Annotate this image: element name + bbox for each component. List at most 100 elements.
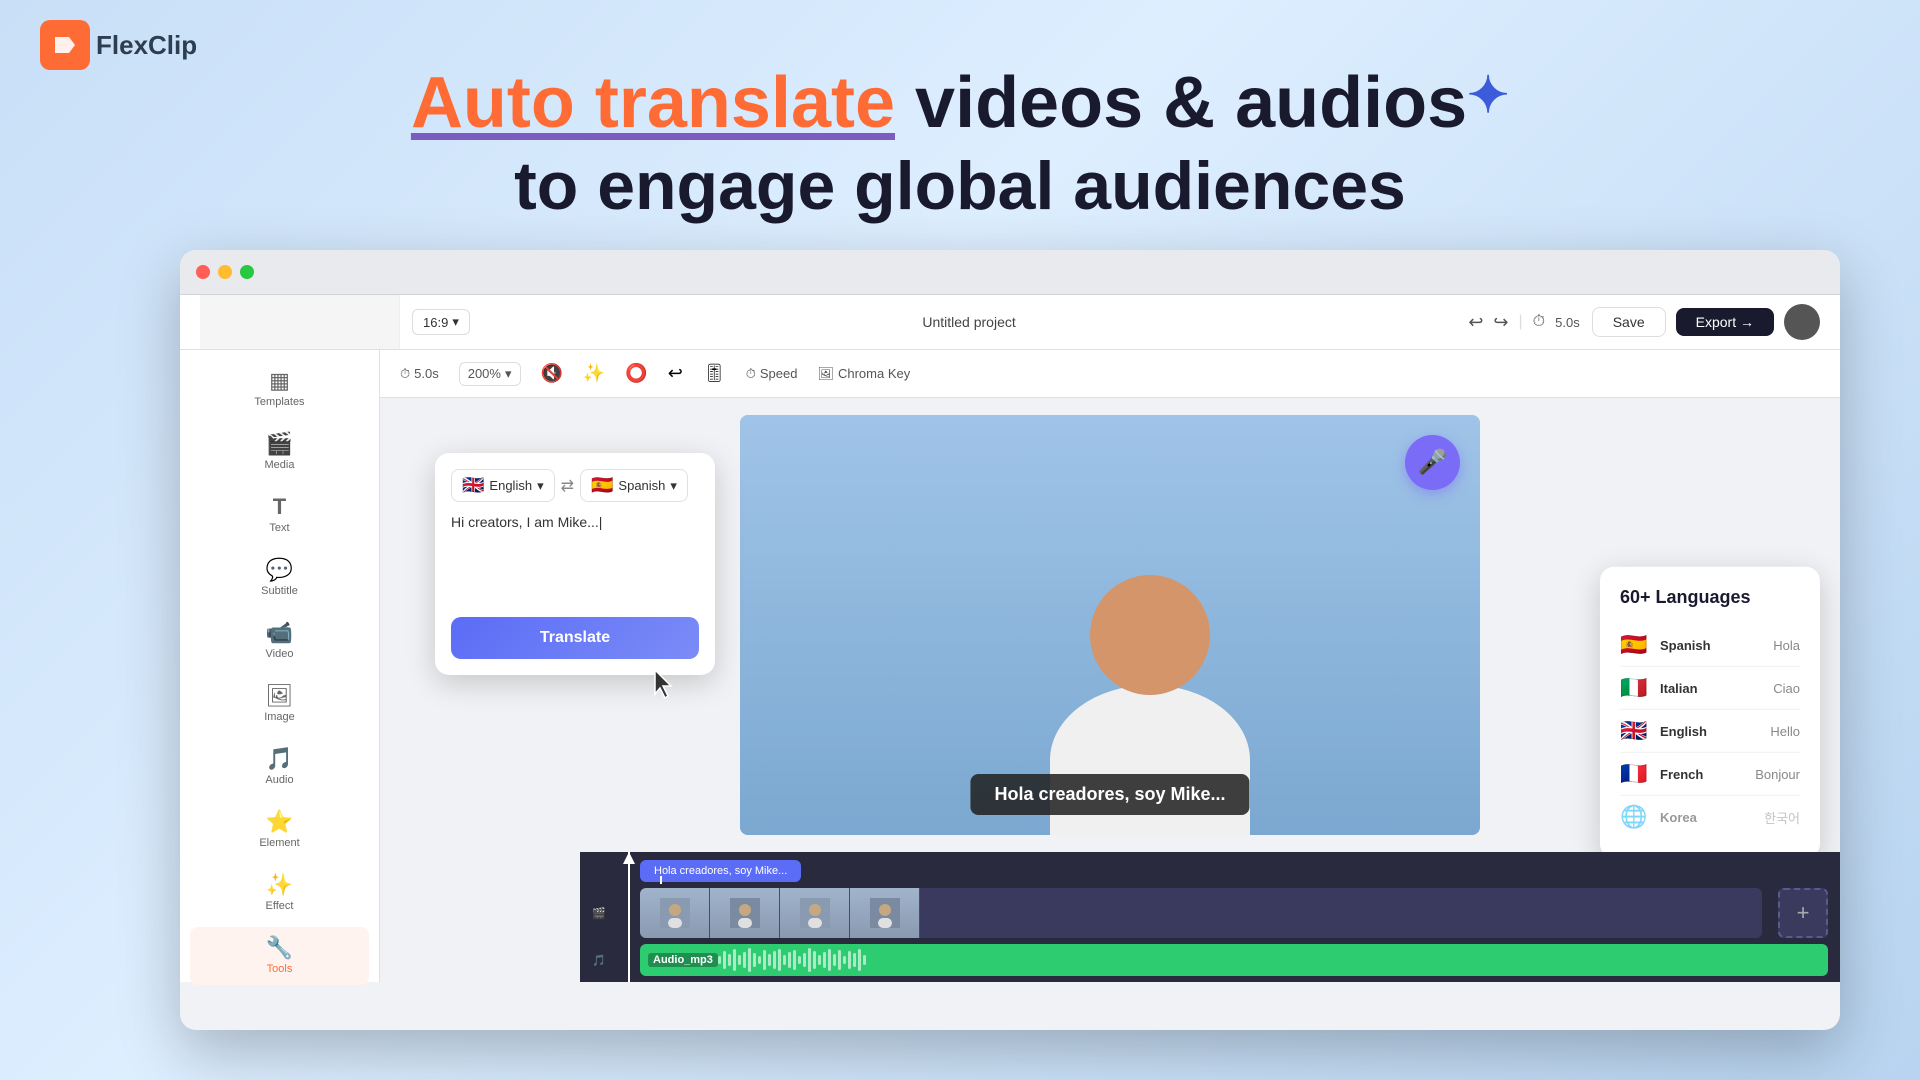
video-background — [740, 415, 1480, 835]
save-button[interactable]: Save — [1592, 307, 1666, 337]
text-label: Text — [269, 522, 289, 534]
hero-rest: videos & audios — [895, 63, 1467, 143]
target-lang-label: Spanish — [618, 478, 665, 493]
timeline: Hola creadores, soy Mike... 🎬 — [580, 852, 1840, 982]
video-thumb-3 — [780, 888, 850, 938]
window-titlebar — [180, 250, 1840, 295]
french-name: French — [1660, 766, 1745, 781]
media-label: Media — [265, 459, 295, 471]
ratio-selector[interactable]: 16:9 ▾ — [412, 309, 470, 335]
english-word: Hello — [1770, 723, 1800, 738]
french-flag-icon: 🇫🇷 — [1620, 761, 1650, 787]
subtitle-clip[interactable]: Hola creadores, soy Mike... — [640, 860, 801, 882]
swap-languages-icon[interactable]: ⇄ — [561, 476, 574, 496]
sub-toolbar: ⏱ 5.0s 200% ▾ 🔇 ✨ ⭕ ↩ 🎚 ⏱ Speed 🖼 — [380, 350, 1840, 398]
effect-label: Effect — [266, 900, 294, 912]
window-close-btn[interactable] — [196, 265, 210, 279]
element-label: Element — [259, 837, 299, 849]
media-icon: 🎬 — [266, 433, 293, 455]
image-icon: 🖼 — [266, 685, 294, 707]
canvas: Hola creadores, soy Mike... 🎤 🇬🇧 English… — [380, 398, 1840, 852]
target-flag: 🇪🇸 — [591, 475, 613, 496]
target-lang-chevron: ▾ — [670, 478, 677, 494]
translate-input[interactable]: Hi creators, I am Mike...| — [451, 514, 699, 604]
element-icon: ⭐ — [266, 811, 293, 833]
undo-btn[interactable]: ↩ — [1468, 312, 1483, 333]
mute-icon[interactable]: 🔇 — [541, 363, 563, 384]
zoom-selector[interactable]: 200% ▾ — [459, 362, 521, 386]
sidebar-item-templates[interactable]: ▦ Templates — [190, 360, 369, 418]
sidebar-item-effect[interactable]: ✨ Effect — [190, 864, 369, 922]
italian-name: Italian — [1660, 680, 1763, 695]
language-selector: 🇬🇧 English ▾ ⇄ 🇪🇸 Spanish ▾ — [451, 469, 699, 502]
slider-tool-icon[interactable]: 🎚 — [703, 363, 726, 384]
hero-highlight: Auto translate — [411, 63, 895, 143]
languages-panel-title: 60+ Languages — [1620, 587, 1800, 608]
project-title[interactable]: Untitled project — [482, 314, 1456, 330]
text-icon: T — [273, 496, 286, 518]
video-label: Video — [266, 648, 294, 660]
sidebar-item-element[interactable]: ⭐ Element — [190, 801, 369, 859]
translate-panel: 🇬🇧 English ▾ ⇄ 🇪🇸 Spanish ▾ Hi creators,… — [435, 453, 715, 675]
image-label: Image — [264, 711, 295, 723]
video-preview: Hola creadores, soy Mike... 🎤 — [740, 415, 1480, 835]
english-flag-icon: 🇬🇧 — [1620, 718, 1650, 744]
sidebar-item-audio[interactable]: 🎵 Audio — [190, 738, 369, 796]
window-maximize-btn[interactable] — [240, 265, 254, 279]
toolbar-right: Save Export → — [1592, 304, 1820, 340]
spanish-name: Spanish — [1660, 637, 1763, 652]
sidebar-item-tools[interactable]: 🔧 Tools — [190, 927, 369, 985]
sidebar-item-image[interactable]: 🖼 Image — [190, 675, 369, 733]
korea-flag-icon: 🌐 — [1620, 804, 1650, 830]
spanish-word: Hola — [1773, 637, 1800, 652]
hero-line1: Auto translate videos & audios✦ — [411, 60, 1509, 146]
redo-btn[interactable]: ↪ — [1493, 312, 1508, 333]
hero-title: Auto translate videos & audios✦ to engag… — [411, 60, 1509, 228]
add-clip-button[interactable]: + — [1778, 888, 1828, 938]
video-thumb-4 — [850, 888, 920, 938]
sidebar-item-text[interactable]: T Text — [190, 486, 369, 544]
source-lang-button[interactable]: 🇬🇧 English ▾ — [451, 469, 555, 502]
korea-word: 한국어 — [1764, 807, 1800, 826]
effect-icon: ✨ — [266, 874, 293, 896]
chroma-key-btn[interactable]: 🖼 Chroma Key — [817, 366, 910, 382]
italian-flag-icon: 🇮🇹 — [1620, 675, 1650, 701]
speed-btn[interactable]: ⏱ Speed — [746, 366, 798, 382]
user-avatar[interactable] — [1784, 304, 1820, 340]
video-thumb-2 — [710, 888, 780, 938]
video-track-row: 🎬 + — [592, 888, 1828, 938]
person-head — [1090, 575, 1210, 695]
sidebar-item-video[interactable]: 📹 Video — [190, 612, 369, 670]
mic-button[interactable]: 🎤 — [1405, 435, 1460, 490]
audio-icon: 🎵 — [266, 748, 293, 770]
tools-icon: 🔧 — [266, 937, 293, 959]
lang-row-italian: 🇮🇹 Italian Ciao — [1620, 667, 1800, 710]
audio-track-row: 🎵 Audio_mp3 — [592, 944, 1828, 976]
sidebar: ▦ Templates 🎬 Media T Text 💬 Subtitle 📹 … — [180, 350, 380, 982]
sidebar-item-subtitle[interactable]: 💬 Subtitle — [190, 549, 369, 607]
export-button[interactable]: Export → — [1676, 308, 1774, 336]
subtitle-track: Hola creadores, soy Mike... — [592, 860, 1828, 882]
circle-tool-icon[interactable]: ⭕ — [625, 363, 647, 384]
hero-line2: to engage global audiences — [411, 146, 1509, 228]
timer-icon: ⏱ — [1533, 313, 1545, 331]
subtitle-icon: 💬 — [266, 559, 293, 581]
audio-label: Audio — [265, 774, 293, 786]
window-minimize-btn[interactable] — [218, 265, 232, 279]
translate-button[interactable]: Translate — [451, 617, 699, 659]
sparkle-tool-icon[interactable]: ✨ — [583, 363, 605, 384]
target-lang-button[interactable]: 🇪🇸 Spanish ▾ — [580, 469, 688, 502]
french-word: Bonjour — [1755, 766, 1800, 781]
main-toolbar: 16:9 ▾ Untitled project ↩ ↪ | ⏱ 5.0s Sav… — [180, 295, 1840, 350]
cursor-indicator — [651, 668, 675, 705]
editor-area: ▦ Templates 🎬 Media T Text 💬 Subtitle 📹 … — [180, 350, 1840, 982]
audio-waveform — [710, 944, 874, 976]
lang-row-english: 🇬🇧 English Hello — [1620, 710, 1800, 753]
playhead — [628, 852, 630, 982]
sidebar-item-media[interactable]: 🎬 Media — [190, 423, 369, 481]
time-display: 5.0s — [1555, 315, 1580, 330]
undo-tool-icon[interactable]: ↩ — [668, 363, 683, 384]
video-icon: 📹 — [266, 622, 293, 644]
lang-row-korea: 🌐 Korea 한국어 — [1620, 796, 1800, 838]
audio-label: Audio_mp3 — [648, 953, 718, 967]
